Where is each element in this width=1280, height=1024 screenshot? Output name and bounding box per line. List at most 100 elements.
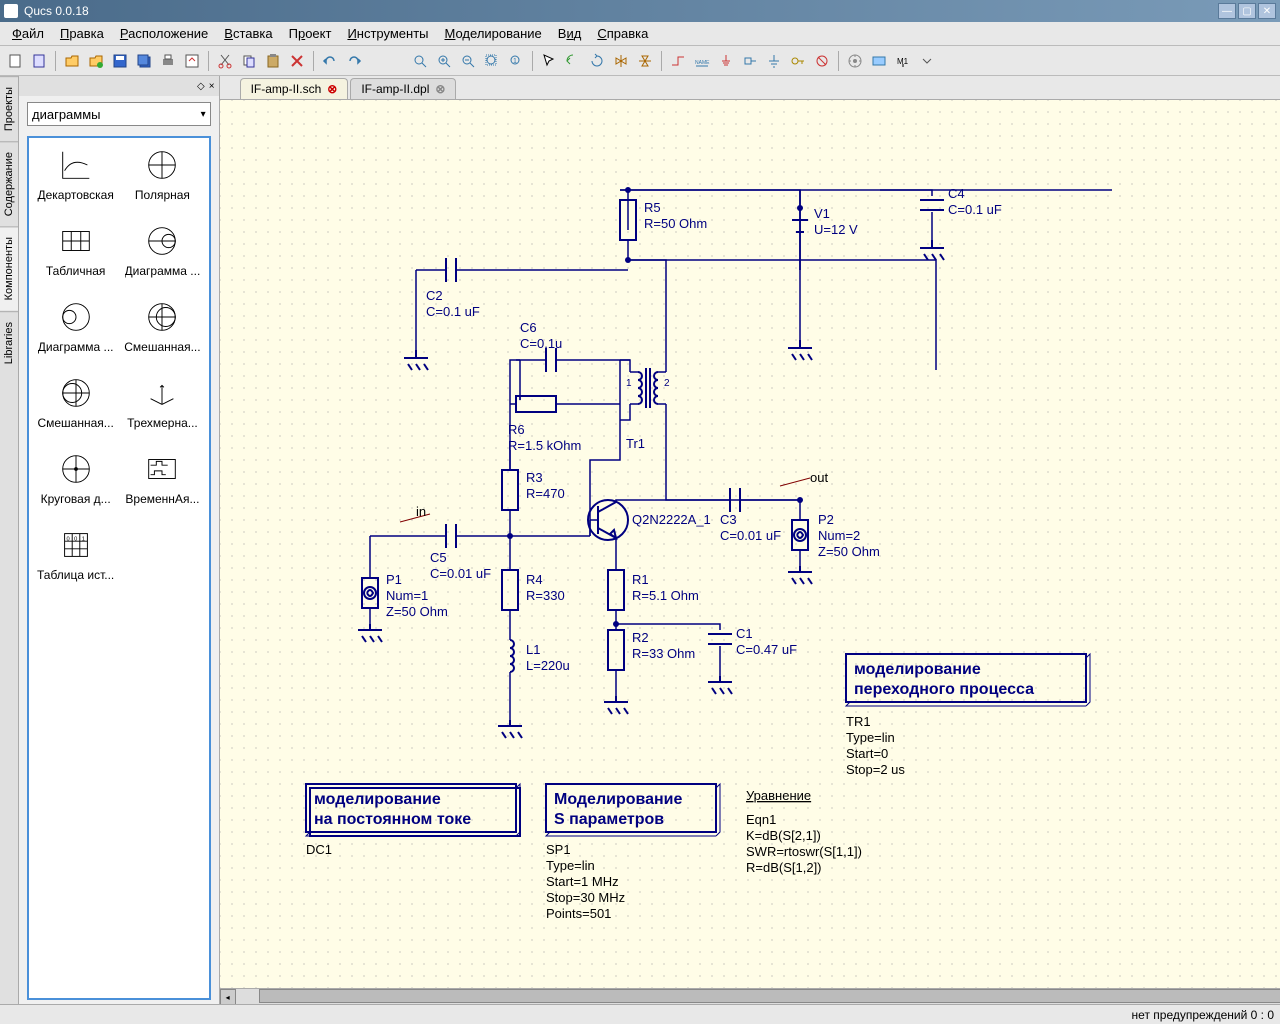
svg-text:C1: C1 — [736, 626, 753, 641]
save-button[interactable] — [109, 50, 131, 72]
diagram-grid: Декартовская Полярная Табличная Диаграмм… — [27, 136, 211, 1000]
doc-button[interactable] — [28, 50, 50, 72]
horizontal-scrollbar[interactable]: ◂▸ — [220, 988, 1280, 1004]
tab-label: IF-amp-II.dpl — [361, 82, 429, 96]
menu-file[interactable]: Фdocument.currentScript.previousElementS… — [4, 24, 52, 43]
zoom-out-button[interactable] — [457, 50, 479, 72]
close-button[interactable]: ✕ — [1258, 3, 1276, 19]
tab-close-icon[interactable]: ⊗ — [435, 82, 445, 96]
mirror-y-button[interactable] — [634, 50, 656, 72]
svg-text:0: 0 — [74, 536, 77, 542]
zoom-fit-button[interactable] — [409, 50, 431, 72]
menu-project[interactable]: Проект — [281, 24, 340, 43]
print-button[interactable] — [157, 50, 179, 72]
saveall-button[interactable] — [133, 50, 155, 72]
simulate-button[interactable] — [844, 50, 866, 72]
delete-button[interactable] — [286, 50, 308, 72]
diagram-polar[interactable]: Полярная — [124, 146, 200, 202]
menu-view[interactable]: Вид — [550, 24, 590, 43]
marker-button[interactable]: M1 — [892, 50, 914, 72]
combo-value: диаграммы — [32, 107, 101, 122]
tab-display[interactable]: IF-amp-II.dpl ⊗ — [350, 78, 456, 99]
statusbar: нет предупреждений 0 : 0 — [0, 1004, 1280, 1024]
key-button[interactable] — [787, 50, 809, 72]
paste-button[interactable] — [262, 50, 284, 72]
side-tab-content[interactable]: Содержание — [0, 141, 18, 226]
svg-text:R4: R4 — [526, 572, 543, 587]
diagram-table[interactable]: Табличная — [37, 222, 114, 278]
ground2-button[interactable] — [763, 50, 785, 72]
cut-button[interactable] — [214, 50, 236, 72]
schematic-canvas[interactable]: R5 R=50 Ohm V1 U=12 V C4 C=0. — [220, 100, 1280, 988]
mirror-x-button[interactable] — [610, 50, 632, 72]
svg-text:Tr1: Tr1 — [626, 436, 645, 451]
toolbar: 1 NAME M1 — [0, 46, 1280, 76]
side-tab-libraries[interactable]: Libraries — [0, 311, 18, 374]
menu-simulation[interactable]: Моделирование — [437, 24, 550, 43]
menu-layout[interactable]: Расположение — [112, 24, 216, 43]
side-tab-projects[interactable]: Проекты — [0, 76, 18, 141]
diagram-smith2[interactable]: Диаграмма ... — [37, 298, 114, 354]
copy-button[interactable] — [238, 50, 260, 72]
svg-text:Type=lin: Type=lin — [846, 730, 895, 745]
wire-button[interactable] — [667, 50, 689, 72]
rotate-button[interactable] — [586, 50, 608, 72]
side-tab-components[interactable]: Компоненты — [0, 226, 18, 310]
window-title: Qucs 0.0.18 — [24, 4, 1218, 18]
status-text: нет предупреждений 0 : 0 — [1132, 1008, 1274, 1022]
menu-help[interactable]: Справка — [589, 24, 656, 43]
diagram-mixed[interactable]: Смешанная... — [124, 298, 200, 354]
canvas-area: IF-amp-II.sch ⊗ IF-amp-II.dpl ⊗ — [220, 76, 1280, 1004]
tab-schematic[interactable]: IF-amp-II.sch ⊗ — [240, 78, 349, 99]
dropdown-button[interactable] — [916, 50, 938, 72]
svg-text:Num=1: Num=1 — [386, 588, 428, 603]
maximize-button[interactable]: ▢ — [1238, 3, 1256, 19]
svg-text:NAME: NAME — [695, 60, 710, 66]
svg-text:R=50 Ohm: R=50 Ohm — [644, 216, 707, 231]
undo-button[interactable] — [319, 50, 341, 72]
diagram-truth[interactable]: 001Таблица ист... — [37, 526, 114, 582]
go-left-button[interactable] — [562, 50, 584, 72]
menu-edit[interactable]: Правка — [52, 24, 112, 43]
left-panel: ◇ × диаграммы Декартовская Полярная Табл… — [19, 76, 220, 1004]
svg-text:R3: R3 — [526, 470, 543, 485]
tab-label: IF-amp-II.sch — [251, 82, 322, 96]
menu-insert[interactable]: Вставка — [216, 24, 280, 43]
schematic-button[interactable] — [868, 50, 890, 72]
zoom-in-button[interactable] — [433, 50, 455, 72]
svg-text:P1: P1 — [386, 572, 402, 587]
diagram-smith[interactable]: Диаграмма ... — [124, 222, 200, 278]
svg-text:Start=0: Start=0 — [846, 746, 888, 761]
minimize-button[interactable]: — — [1218, 3, 1236, 19]
diagram-3d[interactable]: Трехмерна... — [124, 374, 200, 430]
zoom-1-button[interactable]: 1 — [505, 50, 527, 72]
panel-undock-icon[interactable]: ◇ — [197, 81, 205, 92]
svg-text:SP1: SP1 — [546, 842, 571, 857]
recent-button[interactable] — [85, 50, 107, 72]
deactivate-button[interactable] — [811, 50, 833, 72]
svg-text:R2: R2 — [632, 630, 649, 645]
diagram-circular[interactable]: Круговая д... — [37, 450, 114, 506]
new-button[interactable] — [4, 50, 26, 72]
port-button[interactable] — [739, 50, 761, 72]
svg-text:R=1.5 kOhm: R=1.5 kOhm — [508, 438, 581, 453]
svg-text:Z=50 Ohm: Z=50 Ohm — [386, 604, 448, 619]
zoom-all-button[interactable] — [481, 50, 503, 72]
diagram-mixed2[interactable]: Смешанная... — [37, 374, 114, 430]
export-button[interactable] — [181, 50, 203, 72]
ground-button[interactable] — [715, 50, 737, 72]
svg-text:Q2N2222A_1: Q2N2222A_1 — [632, 512, 711, 527]
svg-text:V1: V1 — [814, 206, 830, 221]
tab-close-icon[interactable]: ⊗ — [327, 82, 337, 96]
diagram-category-combo[interactable]: диаграммы — [27, 102, 211, 126]
open-button[interactable] — [61, 50, 83, 72]
redo-button[interactable] — [343, 50, 365, 72]
svg-text:0: 0 — [66, 536, 69, 542]
name-button[interactable]: NAME — [691, 50, 713, 72]
select-button[interactable] — [538, 50, 560, 72]
diagram-cartesian[interactable]: Декартовская — [37, 146, 114, 202]
svg-text:R1: R1 — [632, 572, 649, 587]
menu-tools[interactable]: Инструменты — [339, 24, 436, 43]
panel-close-icon[interactable]: × — [209, 81, 215, 92]
diagram-timing[interactable]: ВременнАя... — [124, 450, 200, 506]
